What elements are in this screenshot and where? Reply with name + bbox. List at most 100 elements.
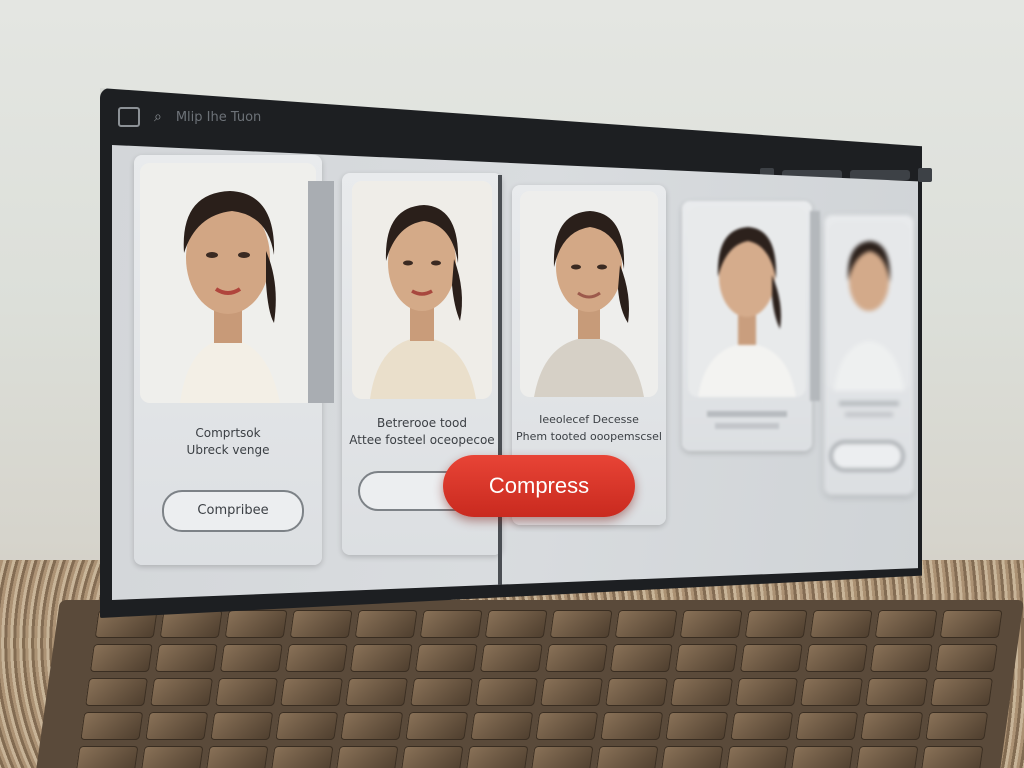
keyboard-key xyxy=(140,746,204,768)
grid-icon[interactable] xyxy=(118,107,140,127)
keyboard-key xyxy=(549,610,613,638)
keyboard-key xyxy=(804,644,868,672)
keyboard-key xyxy=(860,712,924,740)
keyboard-key xyxy=(744,610,808,638)
keyboard-key xyxy=(349,644,413,672)
keyboard-key xyxy=(795,712,859,740)
keyboard-key xyxy=(205,746,269,768)
keyboard-keys xyxy=(75,610,1003,768)
keyboard-key xyxy=(475,678,539,706)
portrait-image xyxy=(140,163,316,403)
keyboard-key xyxy=(865,678,929,706)
keyboard-key xyxy=(405,712,469,740)
card-caption: Betrerooe tood Attee fosteel oceopecoe xyxy=(342,415,502,449)
keyboard-key xyxy=(530,746,594,768)
keyboard-key xyxy=(85,678,149,706)
keyboard-key xyxy=(725,746,789,768)
image-card[interactable]: Comprtsok Ubreck venge Compribee xyxy=(134,155,322,565)
keyboard-key xyxy=(335,746,399,768)
panel-divider xyxy=(498,175,502,600)
keyboard-key xyxy=(280,678,344,706)
scrollbar-track[interactable] xyxy=(308,181,334,403)
keyboard-key xyxy=(150,678,214,706)
portrait-image xyxy=(140,163,316,403)
image-card[interactable] xyxy=(682,201,812,451)
keyboard-key xyxy=(925,712,989,740)
keyboard-key xyxy=(80,712,144,740)
portrait-image xyxy=(520,191,658,397)
keyboard-key xyxy=(75,746,139,768)
window-icon[interactable] xyxy=(918,168,932,182)
keyboard-key xyxy=(410,678,474,706)
keyboard-key xyxy=(224,610,288,638)
image-card[interactable] xyxy=(824,215,914,495)
keyboard-key xyxy=(920,746,984,768)
keyboard-key xyxy=(874,610,938,638)
keyboard-key xyxy=(289,610,353,638)
compare-button[interactable] xyxy=(830,441,904,471)
keyboard-key xyxy=(930,678,994,706)
keyboard-key xyxy=(354,610,418,638)
keyboard-key xyxy=(869,644,933,672)
keyboard-key xyxy=(419,610,483,638)
keyboard-key xyxy=(600,712,664,740)
portrait-image xyxy=(352,181,492,399)
card-caption: Ieeolecef Decesse Phem tooted ooopemscse… xyxy=(512,411,666,445)
scrollbar-track[interactable] xyxy=(810,211,820,401)
keyboard-key xyxy=(739,644,803,672)
caption-line: Ieeolecef Decesse xyxy=(539,413,639,426)
keyboard-key xyxy=(275,712,339,740)
caption-placeholder xyxy=(707,411,787,417)
portrait-image xyxy=(688,207,806,397)
app-topbar: ⌕ Mlip Ihe Tuon xyxy=(108,94,918,140)
keyboard-key xyxy=(735,678,799,706)
keyboard-key xyxy=(470,712,534,740)
caption-placeholder xyxy=(715,423,779,429)
keyboard-key xyxy=(465,746,529,768)
status-indicator xyxy=(850,170,910,180)
keyboard-key xyxy=(535,712,599,740)
app-title: Mlip Ihe Tuon xyxy=(175,109,262,125)
keyboard-key xyxy=(284,644,348,672)
keyboard-key xyxy=(145,712,209,740)
keyboard-key xyxy=(855,746,919,768)
keyboard-key xyxy=(345,678,409,706)
keyboard-key xyxy=(614,610,678,638)
keyboard-key xyxy=(660,746,724,768)
search-icon[interactable]: ⌕ xyxy=(154,109,162,125)
card-caption xyxy=(824,401,914,417)
caption-line: Attee fosteel oceopecoe xyxy=(349,433,495,447)
keyboard-key xyxy=(609,644,673,672)
keyboard-key xyxy=(939,610,1003,638)
keyboard-key xyxy=(540,678,604,706)
keyboard-key xyxy=(790,746,854,768)
card-caption: Comprtsok Ubreck venge xyxy=(134,425,322,459)
keyboard-key xyxy=(219,644,283,672)
card-caption xyxy=(682,411,812,429)
keyboard-key xyxy=(595,746,659,768)
keyboard-key xyxy=(679,610,743,638)
portrait-image xyxy=(828,221,910,391)
portrait-image xyxy=(828,221,910,391)
compare-button[interactable]: Compribee xyxy=(162,490,304,532)
keyboard-key xyxy=(730,712,794,740)
keyboard-key xyxy=(400,746,464,768)
keyboard-key xyxy=(270,746,334,768)
keyboard-key xyxy=(665,712,729,740)
keyboard-key xyxy=(89,644,153,672)
keyboard-key xyxy=(809,610,873,638)
portrait-image xyxy=(688,207,806,397)
caption-placeholder xyxy=(845,412,893,417)
keyboard-key xyxy=(154,644,218,672)
caption-line: Phem tooted ooopemscsel xyxy=(516,430,662,443)
keyboard-key xyxy=(210,712,274,740)
keyboard-key xyxy=(605,678,669,706)
compress-button[interactable]: Compress xyxy=(443,455,635,517)
portrait-image xyxy=(352,181,492,399)
keyboard-key xyxy=(800,678,864,706)
keyboard-key xyxy=(479,644,543,672)
keyboard-key xyxy=(414,644,478,672)
keyboard-deck xyxy=(36,600,1024,768)
keyboard-key xyxy=(544,644,608,672)
portrait-image xyxy=(520,191,658,397)
